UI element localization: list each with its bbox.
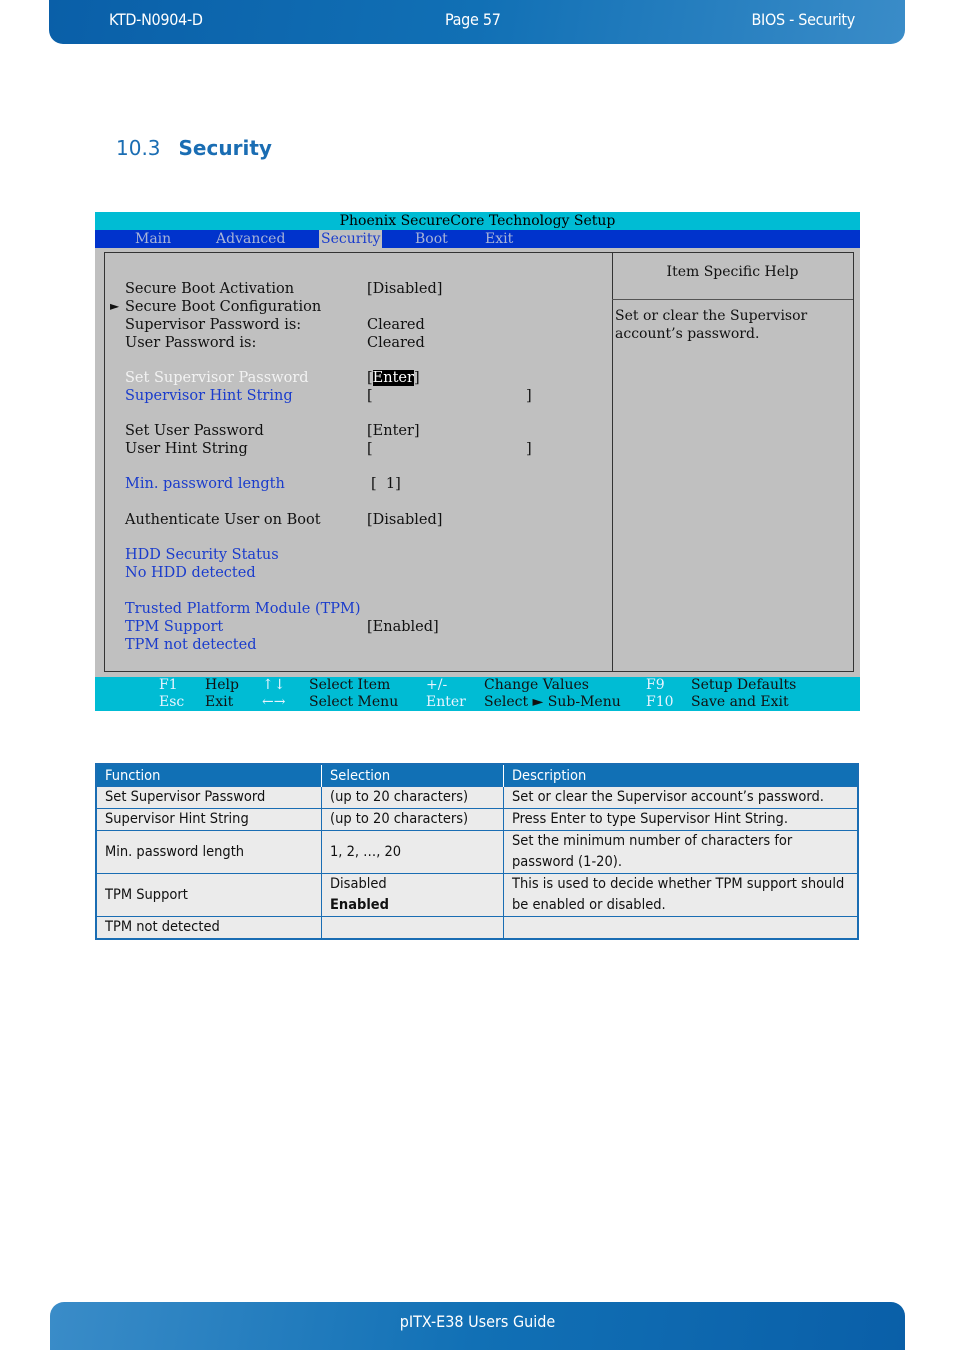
- cell-function: TPM Support: [95, 873, 322, 917]
- document-id: KTD-N0904-D: [109, 10, 203, 29]
- key-arrows-menu-desc: Select Menu: [309, 694, 399, 710]
- table-row: Supervisor Hint String (up to 20 charact…: [95, 808, 859, 831]
- bios-item-tpm-heading: Trusted Platform Module (TPM): [125, 601, 361, 617]
- key-plus-minus-desc: Change Values: [484, 677, 589, 693]
- bios-item-secure-boot-activation[interactable]: Secure Boot Activation: [125, 280, 294, 298]
- table-row: TPM not detected: [95, 916, 859, 940]
- header-selection: Selection: [321, 764, 504, 787]
- cell-selection: (up to 20 characters): [321, 808, 504, 831]
- cell-function: Min. password length: [95, 830, 322, 874]
- bios-value-set-supervisor-password[interactable]: [Enter]: [367, 369, 420, 387]
- key-esc: Esc: [159, 694, 185, 710]
- bios-value-user-password-status: Cleared: [367, 335, 425, 351]
- header-function: Function: [96, 764, 322, 787]
- header-description: Description: [503, 764, 858, 787]
- submenu-arrow-icon: ►: [110, 299, 120, 313]
- table-row: Min. password length 1, 2, …, 20 Set the…: [95, 830, 859, 874]
- bios-item-no-hdd-detected: No HDD detected: [125, 565, 256, 581]
- table-row: Set Supervisor Password (up to 20 charac…: [95, 786, 859, 809]
- help-title: Item Specific Help: [612, 253, 853, 300]
- bios-item-user-hint-string[interactable]: User Hint String: [125, 440, 248, 458]
- bios-item-supervisor-hint-string[interactable]: Supervisor Hint String: [125, 387, 293, 405]
- section-number: 10.3: [116, 136, 161, 160]
- header-section: BIOS - Security: [751, 10, 855, 29]
- bios-help-panel: Item Specific Help Set or clear the Supe…: [612, 252, 854, 672]
- key-f10-desc: Save and Exit: [691, 694, 789, 710]
- bios-key-legend: F1 Help Esc Exit ↑↓ Select Item ←→ Selec…: [95, 677, 860, 711]
- key-f10: F10: [646, 694, 674, 710]
- cell-function: Supervisor Hint String: [95, 808, 322, 831]
- bios-value-authenticate-user-on-boot[interactable]: [Disabled]: [367, 511, 442, 529]
- bios-value-set-user-password[interactable]: [Enter]: [367, 422, 420, 440]
- cell-description: Set or clear the Supervisor account’s pa…: [503, 786, 859, 809]
- selection-option-default: Enabled: [330, 897, 389, 913]
- cell-selection: 1, 2, …, 20: [321, 830, 504, 874]
- bios-item-hdd-security-status: HDD Security Status: [125, 547, 279, 563]
- page-header: KTD-N0904-D Page 57 BIOS - Security: [49, 0, 905, 44]
- bios-value-min-password-length[interactable]: [ 1]: [371, 475, 401, 493]
- table-header-row: Function Selection Description: [96, 764, 858, 787]
- section-title: Security: [178, 136, 272, 160]
- bios-value-user-hint-open[interactable]: [: [367, 440, 373, 458]
- key-plus-minus: +/-: [426, 677, 448, 693]
- selection-option: Disabled: [330, 876, 387, 892]
- table-row: TPM Support Disabled Enabled This is use…: [95, 873, 859, 917]
- bios-value-user-hint-close: ]: [526, 441, 532, 457]
- cell-selection: Disabled Enabled: [321, 873, 504, 917]
- bios-menu-exit[interactable]: Exit: [483, 230, 515, 248]
- cell-selection: (up to 20 characters): [321, 786, 504, 809]
- help-text: Set or clear the Supervisor account’s pa…: [615, 308, 808, 342]
- bios-item-tpm-support[interactable]: TPM Support: [125, 618, 223, 636]
- bios-screenshot: Phoenix SecureCore Technology Setup Main…: [95, 212, 860, 711]
- bios-value-secure-boot-activation[interactable]: [Disabled]: [367, 280, 442, 298]
- cell-description: [503, 916, 859, 940]
- key-f1: F1: [159, 677, 178, 693]
- key-enter-desc: Select ► Sub-Menu: [484, 694, 621, 710]
- up-down-arrows-icon: ↑↓: [262, 677, 286, 693]
- bios-item-set-supervisor-password[interactable]: Set Supervisor Password: [125, 369, 309, 387]
- page-number: Page 57: [445, 10, 501, 29]
- bios-menu-bar: Main Advanced Security Boot Exit: [95, 230, 860, 248]
- bios-title: Phoenix SecureCore Technology Setup: [95, 212, 860, 230]
- function-table: Function Selection Description Set Super…: [95, 763, 859, 940]
- cell-description: Press Enter to type Supervisor Hint Stri…: [503, 808, 859, 831]
- bios-menu-security[interactable]: Security: [319, 230, 383, 248]
- key-arrows-item-desc: Select Item: [309, 677, 391, 693]
- cell-description: Set the minimum number of characters for…: [503, 830, 859, 874]
- key-f9-desc: Setup Defaults: [691, 677, 797, 693]
- selected-value: Enter: [372, 370, 414, 386]
- key-f9: F9: [646, 677, 665, 693]
- bios-value-supervisor-hint-close: ]: [526, 388, 532, 404]
- bios-item-authenticate-user-on-boot[interactable]: Authenticate User on Boot: [125, 511, 321, 529]
- cell-function: Set Supervisor Password: [95, 786, 322, 809]
- bios-menu-advanced[interactable]: Advanced: [214, 230, 287, 248]
- key-enter: Enter: [426, 694, 466, 710]
- bios-menu-main[interactable]: Main: [133, 230, 173, 248]
- section-heading: 10.3 Security: [116, 136, 272, 160]
- bios-item-min-password-length[interactable]: Min. password length: [125, 475, 285, 493]
- left-right-arrows-icon: ←→: [262, 694, 286, 710]
- bios-settings-panel: Secure Boot Activation [Disabled] ► Secu…: [104, 252, 613, 672]
- cell-function: TPM not detected: [95, 916, 322, 940]
- bios-item-user-password-status: User Password is:: [125, 335, 257, 351]
- footer-title: pITX-E38 Users Guide: [399, 1312, 556, 1331]
- key-esc-desc: Exit: [205, 694, 234, 710]
- bios-menu-boot[interactable]: Boot: [413, 230, 450, 248]
- bios-item-tpm-not-detected: TPM not detected: [125, 637, 257, 653]
- bios-item-set-user-password[interactable]: Set User Password: [125, 422, 264, 440]
- bios-value-tpm-support[interactable]: [Enabled]: [367, 618, 439, 636]
- bios-value-supervisor-hint-open[interactable]: [: [367, 387, 373, 405]
- bios-item-secure-boot-configuration[interactable]: Secure Boot Configuration: [125, 298, 321, 316]
- page-footer: pITX-E38 Users Guide: [50, 1302, 905, 1350]
- cell-description: This is used to decide whether TPM suppo…: [503, 873, 859, 917]
- key-f1-desc: Help: [205, 677, 239, 693]
- cell-selection: [321, 916, 504, 940]
- bios-value-supervisor-password-status: Cleared: [367, 317, 425, 333]
- bios-item-supervisor-password-status: Supervisor Password is:: [125, 317, 302, 333]
